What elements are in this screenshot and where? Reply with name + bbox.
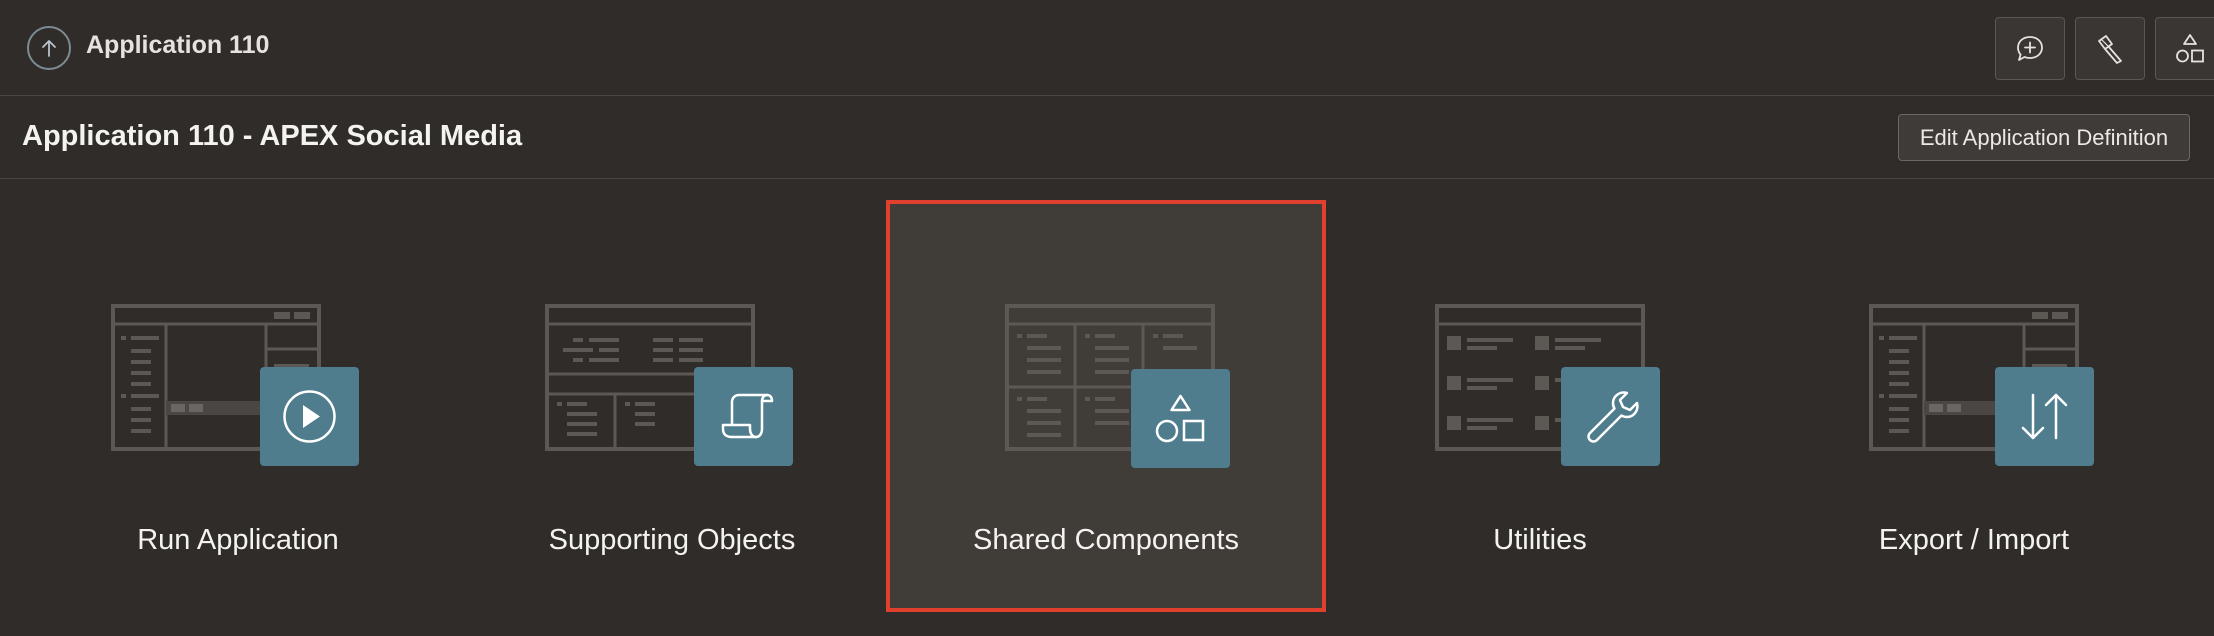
shapes-icon <box>2176 33 2204 62</box>
card-label: Shared Components <box>973 524 1239 556</box>
edit-application-definition-button[interactable]: Edit Application Definition <box>1898 114 2190 161</box>
app-title: Application 110 <box>86 31 270 59</box>
shapes-icon <box>1131 369 1230 468</box>
flashlight-button[interactable] <box>2075 17 2145 80</box>
top-bar: Application 110 <box>0 0 2214 96</box>
card-label: Utilities <box>1493 524 1587 556</box>
chat-plus-icon <box>2017 35 2043 61</box>
navigate-up-button[interactable] <box>27 26 71 70</box>
flashlight-icon <box>2098 34 2122 64</box>
card-label: Export / Import <box>1878 524 2070 556</box>
page-title: Application 110 - APEX Social Media <box>22 120 523 152</box>
arrows-up-down-icon <box>1995 367 2094 466</box>
card-run-application[interactable]: Run Application <box>18 200 458 612</box>
card-utilities[interactable]: Utilities <box>1320 200 1760 612</box>
card-label: Run Application <box>137 524 339 556</box>
page-header: Application 110 - APEX Social Media Edit… <box>0 96 2214 179</box>
play-icon <box>260 367 359 466</box>
arrow-up-icon <box>42 40 56 57</box>
wrench-icon <box>1561 367 1660 466</box>
card-label: Supporting Objects <box>548 524 796 556</box>
feedback-button[interactable] <box>1995 17 2065 80</box>
card-export-import[interactable]: Export / Import <box>1754 200 2194 612</box>
card-shared-components[interactable]: Shared Components <box>886 200 1326 612</box>
scroll-icon <box>694 367 793 466</box>
card-supporting-objects[interactable]: Supporting Objects <box>452 200 892 612</box>
shared-components-button[interactable] <box>2155 17 2214 80</box>
